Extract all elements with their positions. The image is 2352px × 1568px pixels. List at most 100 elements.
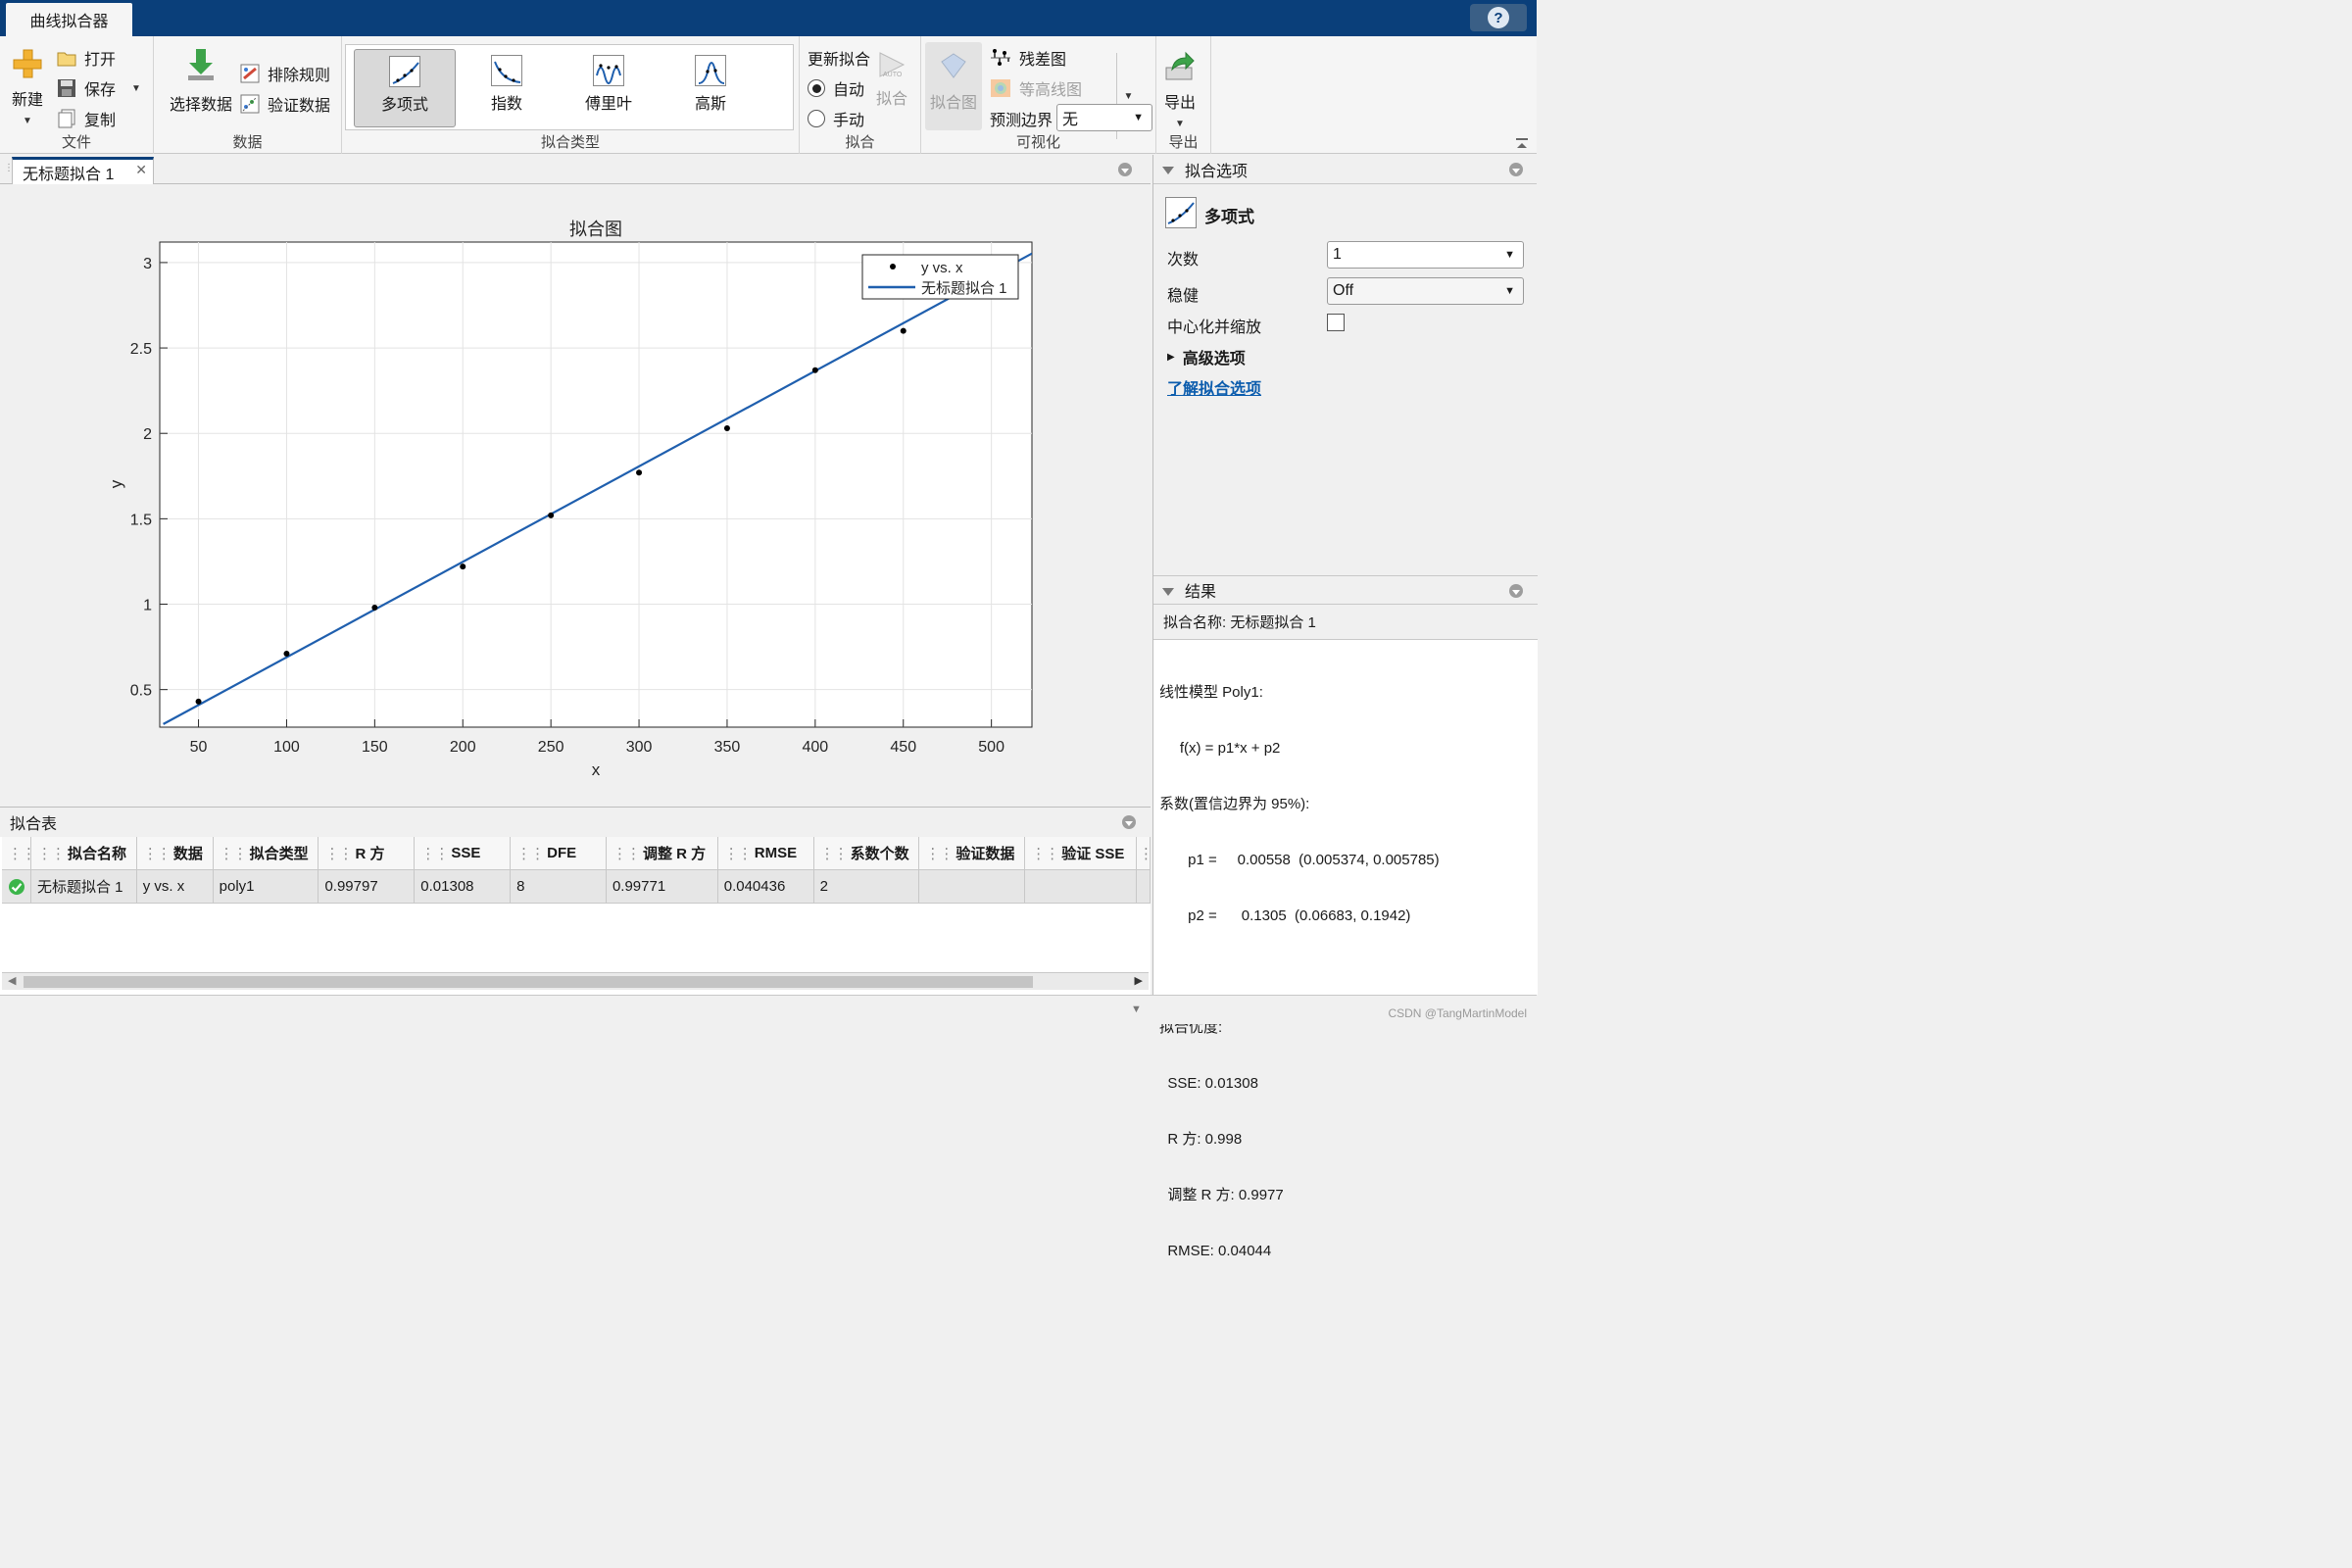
center-scale-checkbox[interactable] [1327,314,1345,331]
save-button[interactable]: 保存 ▼ [57,76,141,100]
copy-button[interactable]: 复制 [57,107,116,130]
select-data-button[interactable]: 选择数据 [164,48,238,115]
table-cell[interactable]: 0.01308 [415,870,512,904]
learn-fit-options-link[interactable]: 了解拟合选项 [1167,375,1261,399]
column-header[interactable]: ⋮⋮ DFE [511,837,607,870]
contour-button[interactable]: 等高线图 [990,76,1082,100]
prediction-bounds-select[interactable]: 无 ▼ [1056,104,1152,131]
results-line: 调整 R 方: 0.9977 [1159,1187,1284,1203]
tab-label: 无标题拟合 1 [23,166,115,183]
x-tick-label: 300 [626,739,653,756]
title-strip: 曲线拟合器 ? [0,0,1537,36]
document-menu-icon[interactable] [1118,163,1132,176]
app-tab[interactable]: 曲线拟合器 [6,3,132,36]
save-label: 保存 [84,82,117,99]
validation-icon [240,94,260,114]
export-button[interactable]: 导出 ▼ [1164,50,1196,129]
table-cell[interactable]: 0.040436 [717,870,814,904]
collapse-ribbon-icon[interactable] [1515,137,1529,149]
results-header[interactable]: 结果 [1153,575,1538,605]
fit-options-header[interactable]: 拟合选项 [1153,155,1537,184]
column-header[interactable]: ⋮⋮ 数据 [136,837,214,870]
column-header[interactable]: ⋮⋮ 验证数据 [919,837,1026,870]
document-tab-bar: ⋮ 无标题拟合 1 ✕ [0,155,1151,184]
column-header[interactable]: ⋮⋮ R 方 [318,837,416,870]
x-tick-label: 500 [978,739,1004,756]
fit-type-gaussian[interactable]: 高斯 [660,49,761,127]
residuals-button[interactable]: 残差图 [990,46,1066,70]
exclusion-rules-button[interactable]: 排除规则 [240,62,330,85]
table-cell[interactable]: 2 [813,870,920,904]
table-cell[interactable]: y vs. x [136,870,214,904]
column-header[interactable]: ⋮⋮ 拟合类型 [213,837,319,870]
column-header[interactable]: ⋮⋮ SSE [415,837,512,870]
data-group: 选择数据 排除规则 验证数据 数据 [154,36,342,154]
close-icon[interactable]: ✕ [135,162,147,178]
robust-label: 稳健 [1167,288,1200,305]
scrollbar-thumb[interactable] [24,976,1033,988]
fit-plot-chart[interactable]: 50 100 150 200 250 300 350 400 450 500 0.5 1 1.5 2 2.… [0,184,1151,806]
fit-type-exponential[interactable]: 指数 [456,49,558,127]
table-cell[interactable]: 8 [511,870,607,904]
table-row[interactable]: 无标题拟合 1 y vs. x poly1 0.99797 0.01308 8 … [2,870,1151,904]
scroll-right-icon[interactable]: ▶ [1135,974,1143,987]
fit-plot-button[interactable]: 拟合图 [925,42,982,130]
status-bar: ▼ CSDN @TangMartinModel [0,995,1537,1024]
table-cell[interactable]: 0.99771 [606,870,718,904]
data-point [636,469,643,476]
x-tick-label: 150 [362,739,388,756]
y-tick-label: 1 [143,598,152,614]
ribbon: 新建 ▼ 打开 保存 ▼ 复制 文件 选择数据 排除规则 验证数据 数据 拟合类… [0,36,1537,154]
scroll-left-icon[interactable]: ◀ [8,974,16,987]
table-cell[interactable]: 0.99797 [318,870,416,904]
new-button[interactable]: 新建 ▼ [8,48,47,126]
table-cell[interactable]: poly1 [213,870,319,904]
validation-data-button[interactable]: 验证数据 [240,92,330,116]
table-cell[interactable] [1025,870,1137,904]
robust-select[interactable]: Off ▼ [1327,277,1524,305]
fit-options-menu-icon[interactable] [1509,163,1523,176]
manual-radio[interactable]: 手动 [808,107,864,130]
fit-button[interactable]: AUTO 拟合 [876,50,907,109]
data-group-label: 数据 [232,134,263,151]
fit-type-exponential-label: 指数 [490,96,522,113]
column-header[interactable]: ⋮⋮ 拟合名称 [31,837,137,870]
y-tick-label: 1.5 [130,512,152,528]
fit-type-fourier[interactable]: 傅里叶 [558,49,660,127]
fit-table-panel: 拟合表 ⋮⋮ ⋮⋮ 拟合名称 ⋮⋮ 数据 ⋮⋮ 拟合类型 ⋮⋮ R 方 ⋮⋮ SSE ⋮⋮… [0,807,1153,995]
select-data-label: 选择数据 [169,97,232,114]
fit-table-menu-icon[interactable] [1122,815,1136,829]
table-cell[interactable] [919,870,1026,904]
prediction-bounds-value: 无 [1062,112,1079,128]
center-scale-label: 中心化并缩放 [1167,319,1262,336]
data-point [460,564,466,570]
column-header[interactable]: ⋮⋮ 验证 SSE [1025,837,1138,870]
degree-select[interactable]: 1 ▼ [1327,241,1524,269]
manual-label: 手动 [833,113,865,129]
visualization-group: 拟合图 残差图 等高线图 预测边界 无 ▼ 可视化 [921,36,1156,154]
degree-label: 次数 [1167,252,1200,269]
tab-untitled-fit-1[interactable]: 无标题拟合 1 ✕ [12,157,154,184]
polynomial-icon [389,56,420,87]
fit-type-polynomial[interactable]: 多项式 [354,49,456,127]
exclusion-icon [240,64,260,83]
chart-legend[interactable]: y vs. x 无标题拟合 1 [861,254,1019,300]
save-dropdown-icon[interactable]: ▼ [131,83,141,94]
x-axis-label: x [592,760,601,779]
auto-radio[interactable]: 自动 [808,76,864,100]
results-line [1159,962,1532,981]
table-horizontal-scrollbar[interactable]: ◀ ▶ [2,972,1149,990]
open-button[interactable]: 打开 [57,46,116,70]
table-cell[interactable]: 无标题拟合 1 [30,870,137,904]
export-group: 导出 ▼ 导出 [1156,36,1211,154]
y-tick-label: 2.5 [130,341,152,358]
column-header[interactable]: ⋮⋮ RMSE [717,837,814,870]
watermark-text: CSDN @TangMartinModel [1388,1006,1527,1020]
column-header[interactable]: ⋮⋮ 调整 R 方 [606,837,718,870]
status-collapse-icon[interactable]: ▼ [1131,1004,1142,1015]
advanced-options-toggle[interactable]: ▶ 高级选项 [1167,345,1246,368]
results-menu-icon[interactable] [1509,584,1523,598]
help-button[interactable]: ? [1470,4,1527,31]
column-header[interactable]: ⋮⋮ 系数个数 [813,837,920,870]
y-axis-label: y [107,479,125,488]
